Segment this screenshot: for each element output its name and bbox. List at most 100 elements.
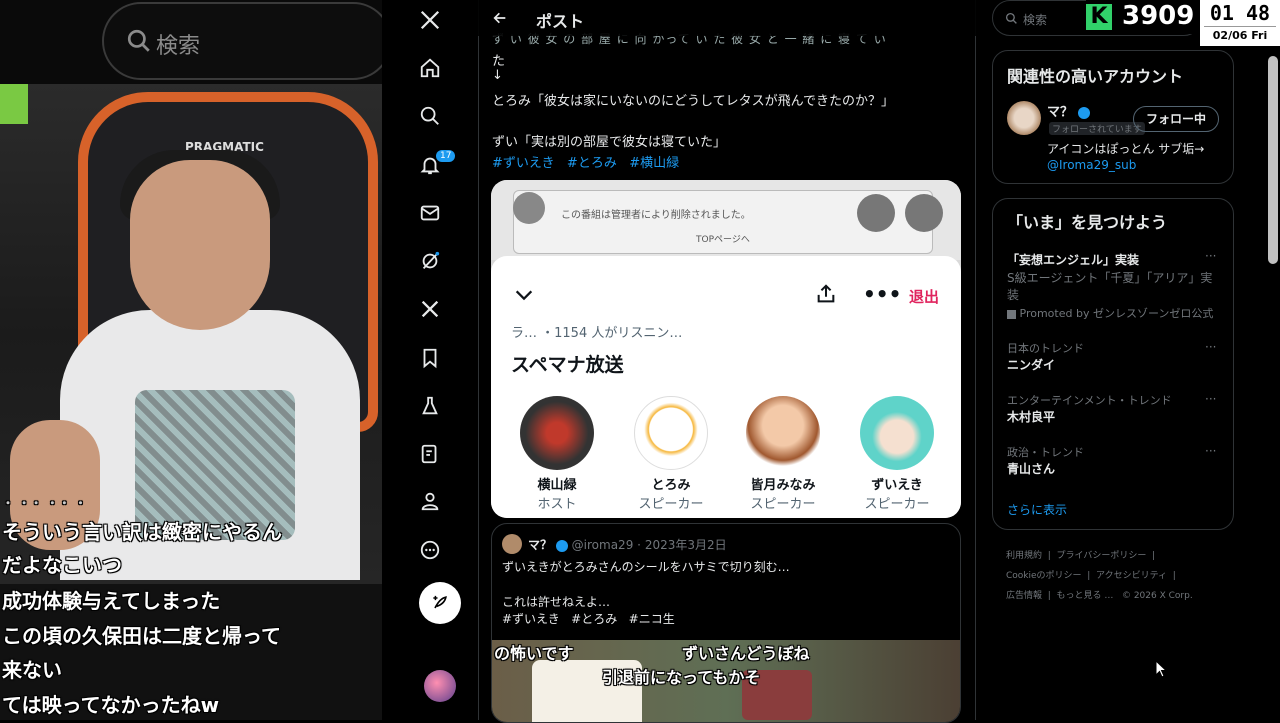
profile-icon: [421, 492, 439, 511]
clock-widget: 01 48 02/06 Fri: [1200, 0, 1280, 46]
more-circle-icon: [905, 194, 943, 232]
k-logo-icon: K: [1086, 4, 1112, 30]
promoted-label: Promoted by ゼンレスゾーンゼロ公式: [1019, 307, 1214, 320]
more-dots-icon[interactable]: ···: [1205, 392, 1216, 406]
account-name-row: マ？: [1047, 101, 1090, 120]
nav-more[interactable]: [410, 530, 450, 570]
home-icon: [420, 58, 440, 78]
speaker: とろみ スピーカー: [631, 396, 711, 512]
x-logo-icon: [420, 10, 440, 30]
footer-link[interactable]: アクセシビリティ: [1096, 571, 1167, 581]
hashtag-link[interactable]: #とろみ: [567, 156, 617, 171]
account-bio-link[interactable]: @Iroma29_sub: [1047, 158, 1136, 172]
nav-bookmarks[interactable]: [410, 338, 450, 378]
following-button[interactable]: フォロー中: [1133, 106, 1219, 132]
deleted-notice: この番組は管理者により削除されました。: [561, 210, 751, 221]
listener-count: ラ… ・1154 人がリスニン…: [511, 326, 683, 341]
quote-avatar: [502, 534, 522, 554]
quoted-post[interactable]: マ？ @iroma29 · 2023年3月2日 ずいえきがとろみさんのシールをハ…: [491, 523, 961, 723]
speaker-avatar: [746, 396, 820, 470]
trend-promoted: Promoted by ゼンレスゾーンゼロ公式: [1007, 305, 1213, 321]
stream-search-placeholder: 検索: [156, 34, 201, 59]
speaker-avatar: [634, 396, 708, 470]
nav-home[interactable]: [410, 48, 450, 88]
footer-link[interactable]: もっと見る …: [1057, 591, 1114, 601]
more-dots-icon[interactable]: ···: [1205, 340, 1216, 354]
quote-hashtags: #ずいえき #とろみ #ニコ生: [502, 610, 675, 627]
subtitle-line: ては映ってなかったねw: [2, 693, 220, 717]
more-dots-icon[interactable]: ···: [1205, 249, 1216, 263]
back-arrow-icon[interactable]: [492, 10, 508, 26]
streamer-face: [130, 160, 270, 330]
account-name[interactable]: マ？: [1047, 105, 1073, 120]
hashtag-link[interactable]: #横山緑: [629, 156, 679, 171]
back-circle-icon: [513, 192, 545, 224]
more-circle-icon: [420, 540, 440, 560]
quote-meta: マ？ @iroma29 · 2023年3月2日: [528, 538, 727, 552]
k-value: 3909: [1122, 1, 1195, 31]
quote-text: これは許せねえよ…: [502, 595, 611, 609]
search-icon: [127, 29, 150, 52]
speaker-name: 横山緑: [537, 478, 577, 493]
trends-panel: 「いま」を見つけよう 「妄想エンジェル」実装 ··· S級エージェント「千夏」「…: [992, 198, 1234, 530]
verified-badge-icon: [555, 539, 568, 552]
trend-context: 日本のトレンド: [1007, 342, 1084, 355]
footer-link[interactable]: 広告情報: [1006, 591, 1042, 601]
trend-name[interactable]: 青山さん: [1007, 460, 1055, 477]
nav-premium[interactable]: [410, 289, 450, 329]
account-avatar[interactable]: [1007, 101, 1041, 135]
more-dots-icon: •••: [863, 282, 902, 306]
nav-articles[interactable]: [410, 434, 450, 474]
compose-post-button[interactable]: [419, 582, 461, 624]
nav-grok[interactable]: [410, 241, 450, 281]
space-screenshot-image[interactable]: この番組は管理者により削除されました。 TOPページへ ••• 退出 ラ… ・1…: [491, 180, 961, 518]
more-dots-icon[interactable]: ···: [1205, 444, 1216, 458]
post-text-line: とろみ「彼女は家にいないのにどうしてレタスが飛んできたのか？」: [492, 94, 894, 109]
background-page: この番組は管理者により削除されました。 TOPページへ: [491, 180, 961, 260]
nav-messages[interactable]: [410, 193, 450, 233]
video-caption: の怖いです: [494, 644, 574, 663]
footer-links: 利用規約 | プライバシーポリシー |: [1006, 551, 1156, 561]
quote-text: ずいえきがとろみさんのシールをハサミで切り刻む…: [502, 560, 790, 574]
k-counter: K 3909: [1086, 0, 1200, 34]
speaker-name: とろみ: [651, 478, 691, 493]
nav-jobs[interactable]: [410, 386, 450, 426]
trend-context: エンターテインメント・トレンド: [1007, 394, 1172, 407]
compose-article-icon: [421, 444, 437, 464]
speaker-host: 横山緑 ホスト: [517, 396, 597, 512]
trend-name[interactable]: ニンダイ: [1007, 356, 1055, 373]
speaker: 皆月みなみ スピーカー: [743, 396, 823, 512]
follows-you-badge: フォローされています: [1049, 122, 1145, 135]
quote-handle: @iroma29: [571, 538, 634, 552]
account-avatar[interactable]: [424, 670, 456, 702]
footer-link[interactable]: 利用規約: [1006, 551, 1042, 561]
hashtag-link[interactable]: #ずいえき: [492, 156, 555, 171]
copyright: © 2026 X Corp.: [1121, 591, 1193, 601]
subtitle-line: そういう言い訳は緻密にやるん: [2, 520, 282, 544]
post-text-line: ずい「実は別の部屋で彼女は寝ていた」: [492, 135, 727, 150]
hashtag: #とろみ: [571, 612, 618, 626]
speaker-name: ずいえき: [871, 478, 923, 493]
trend-name[interactable]: 「妄想エンジェル」実装: [1007, 251, 1139, 268]
nav-x-logo[interactable]: [410, 0, 450, 40]
chevron-down-icon: [515, 290, 533, 301]
footer-link[interactable]: プライバシーポリシー: [1057, 551, 1147, 561]
footer-link[interactable]: Cookieのポリシー: [1006, 571, 1082, 581]
search-placeholder: 検索: [1023, 13, 1048, 27]
hashtag: #ニコ生: [628, 612, 675, 626]
clock-time: 01 48: [1209, 1, 1271, 25]
page-scrollbar[interactable]: [1268, 56, 1278, 264]
space-title: スペマナ放送: [511, 354, 624, 376]
trend-name[interactable]: 木村良平: [1007, 408, 1055, 425]
post-text-line: ↓: [492, 68, 503, 83]
speaker-name: 皆月みなみ: [750, 478, 816, 493]
nav-profile[interactable]: [410, 481, 450, 521]
mail-icon: [420, 205, 440, 221]
show-more-link[interactable]: さらに表示: [1007, 501, 1067, 518]
quote-media: の怖いです ずいさんどうぼね 引退前になってもかそ: [492, 640, 960, 722]
subtitle-faded: ・ ・・ ・・ ・: [2, 496, 87, 510]
x-logo-icon: [421, 300, 439, 318]
nav-explore[interactable]: [410, 96, 450, 136]
notification-badge: 17: [436, 150, 456, 162]
feather-plus-icon: [433, 595, 447, 609]
